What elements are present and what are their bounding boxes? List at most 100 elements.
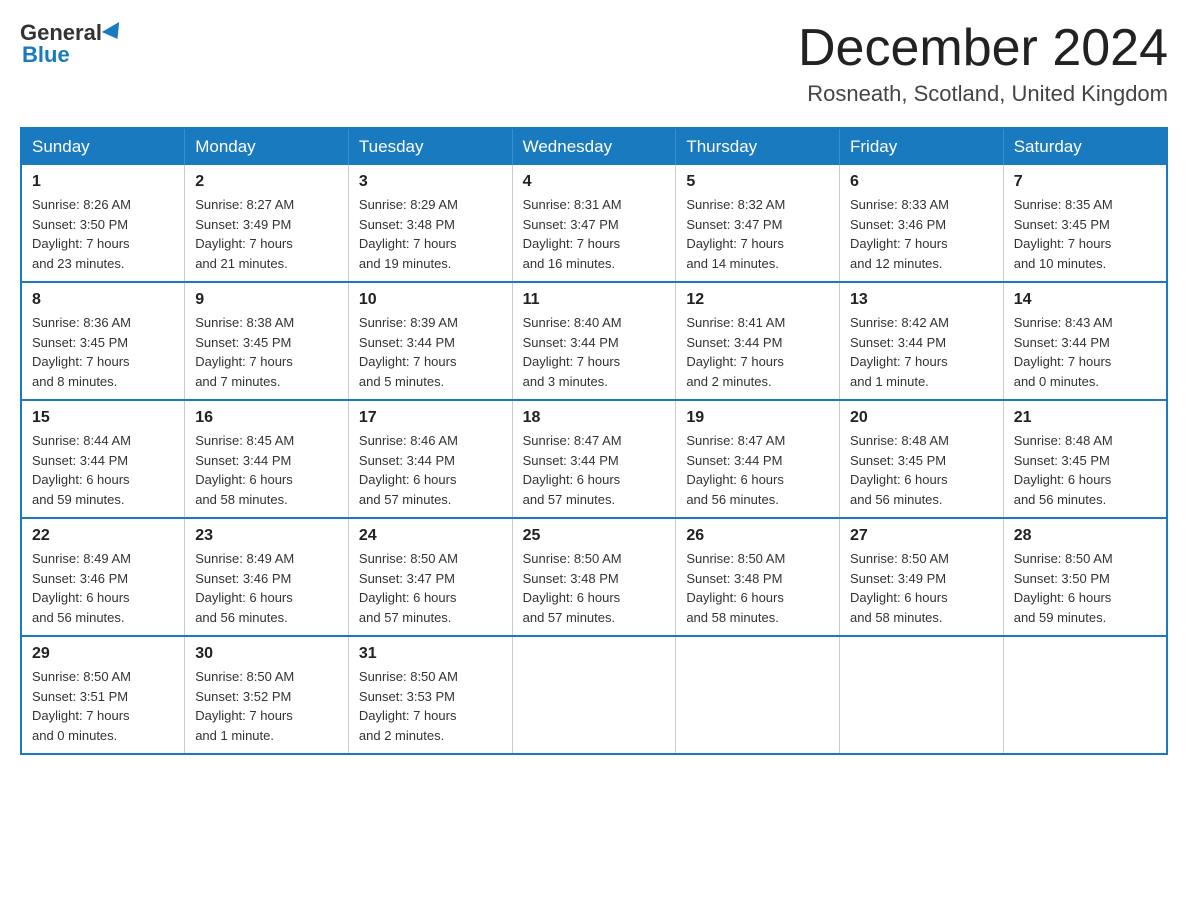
day-number: 9 [195,291,338,309]
weekday-header-saturday: Saturday [1003,128,1167,165]
calendar-header-row: SundayMondayTuesdayWednesdayThursdayFrid… [21,128,1167,165]
calendar-day-cell: 31 Sunrise: 8:50 AMSunset: 3:53 PMDaylig… [348,636,512,754]
day-number: 29 [32,645,174,663]
day-info: Sunrise: 8:50 AMSunset: 3:50 PMDaylight:… [1014,551,1113,625]
day-info: Sunrise: 8:35 AMSunset: 3:45 PMDaylight:… [1014,197,1113,271]
calendar-day-cell: 11 Sunrise: 8:40 AMSunset: 3:44 PMDaylig… [512,282,676,400]
day-number: 10 [359,291,502,309]
calendar-day-cell: 18 Sunrise: 8:47 AMSunset: 3:44 PMDaylig… [512,400,676,518]
calendar-day-cell: 7 Sunrise: 8:35 AMSunset: 3:45 PMDayligh… [1003,165,1167,282]
calendar-day-cell: 16 Sunrise: 8:45 AMSunset: 3:44 PMDaylig… [185,400,349,518]
day-info: Sunrise: 8:47 AMSunset: 3:44 PMDaylight:… [686,433,785,507]
day-number: 19 [686,409,829,427]
weekday-header-thursday: Thursday [676,128,840,165]
day-info: Sunrise: 8:50 AMSunset: 3:47 PMDaylight:… [359,551,458,625]
calendar-day-cell: 27 Sunrise: 8:50 AMSunset: 3:49 PMDaylig… [840,518,1004,636]
calendar-day-cell [512,636,676,754]
day-info: Sunrise: 8:49 AMSunset: 3:46 PMDaylight:… [195,551,294,625]
calendar-week-row: 29 Sunrise: 8:50 AMSunset: 3:51 PMDaylig… [21,636,1167,754]
weekday-header-monday: Monday [185,128,349,165]
calendar-day-cell: 9 Sunrise: 8:38 AMSunset: 3:45 PMDayligh… [185,282,349,400]
day-info: Sunrise: 8:39 AMSunset: 3:44 PMDaylight:… [359,315,458,389]
weekday-header-wednesday: Wednesday [512,128,676,165]
day-info: Sunrise: 8:50 AMSunset: 3:48 PMDaylight:… [686,551,785,625]
day-number: 25 [523,527,666,545]
day-info: Sunrise: 8:45 AMSunset: 3:44 PMDaylight:… [195,433,294,507]
day-info: Sunrise: 8:49 AMSunset: 3:46 PMDaylight:… [32,551,131,625]
calendar-day-cell: 29 Sunrise: 8:50 AMSunset: 3:51 PMDaylig… [21,636,185,754]
day-info: Sunrise: 8:47 AMSunset: 3:44 PMDaylight:… [523,433,622,507]
day-number: 20 [850,409,993,427]
day-number: 18 [523,409,666,427]
weekday-header-friday: Friday [840,128,1004,165]
calendar-day-cell: 1 Sunrise: 8:26 AMSunset: 3:50 PMDayligh… [21,165,185,282]
weekday-header-sunday: Sunday [21,128,185,165]
day-info: Sunrise: 8:48 AMSunset: 3:45 PMDaylight:… [1014,433,1113,507]
calendar-day-cell: 15 Sunrise: 8:44 AMSunset: 3:44 PMDaylig… [21,400,185,518]
day-number: 12 [686,291,829,309]
day-info: Sunrise: 8:32 AMSunset: 3:47 PMDaylight:… [686,197,785,271]
day-info: Sunrise: 8:48 AMSunset: 3:45 PMDaylight:… [850,433,949,507]
day-info: Sunrise: 8:33 AMSunset: 3:46 PMDaylight:… [850,197,949,271]
calendar-day-cell: 12 Sunrise: 8:41 AMSunset: 3:44 PMDaylig… [676,282,840,400]
calendar-day-cell: 14 Sunrise: 8:43 AMSunset: 3:44 PMDaylig… [1003,282,1167,400]
day-info: Sunrise: 8:29 AMSunset: 3:48 PMDaylight:… [359,197,458,271]
weekday-header-tuesday: Tuesday [348,128,512,165]
calendar-day-cell: 5 Sunrise: 8:32 AMSunset: 3:47 PMDayligh… [676,165,840,282]
day-info: Sunrise: 8:50 AMSunset: 3:53 PMDaylight:… [359,669,458,743]
day-number: 2 [195,173,338,191]
calendar-day-cell: 6 Sunrise: 8:33 AMSunset: 3:46 PMDayligh… [840,165,1004,282]
calendar-day-cell: 3 Sunrise: 8:29 AMSunset: 3:48 PMDayligh… [348,165,512,282]
day-number: 16 [195,409,338,427]
day-number: 4 [523,173,666,191]
day-info: Sunrise: 8:41 AMSunset: 3:44 PMDaylight:… [686,315,785,389]
calendar-week-row: 15 Sunrise: 8:44 AMSunset: 3:44 PMDaylig… [21,400,1167,518]
calendar-day-cell: 10 Sunrise: 8:39 AMSunset: 3:44 PMDaylig… [348,282,512,400]
day-number: 24 [359,527,502,545]
calendar-table: SundayMondayTuesdayWednesdayThursdayFrid… [20,127,1168,755]
calendar-day-cell: 25 Sunrise: 8:50 AMSunset: 3:48 PMDaylig… [512,518,676,636]
title-area: December 2024 Rosneath, Scotland, United… [798,20,1168,107]
calendar-day-cell: 19 Sunrise: 8:47 AMSunset: 3:44 PMDaylig… [676,400,840,518]
month-title: December 2024 [798,20,1168,77]
day-info: Sunrise: 8:36 AMSunset: 3:45 PMDaylight:… [32,315,131,389]
day-number: 26 [686,527,829,545]
day-info: Sunrise: 8:50 AMSunset: 3:49 PMDaylight:… [850,551,949,625]
day-number: 27 [850,527,993,545]
day-number: 3 [359,173,502,191]
calendar-day-cell [840,636,1004,754]
day-number: 23 [195,527,338,545]
calendar-day-cell: 2 Sunrise: 8:27 AMSunset: 3:49 PMDayligh… [185,165,349,282]
calendar-day-cell: 26 Sunrise: 8:50 AMSunset: 3:48 PMDaylig… [676,518,840,636]
day-info: Sunrise: 8:42 AMSunset: 3:44 PMDaylight:… [850,315,949,389]
day-number: 31 [359,645,502,663]
day-number: 5 [686,173,829,191]
location: Rosneath, Scotland, United Kingdom [798,81,1168,107]
calendar-day-cell: 8 Sunrise: 8:36 AMSunset: 3:45 PMDayligh… [21,282,185,400]
page-header: General Blue December 2024 Rosneath, Sco… [20,20,1168,107]
day-info: Sunrise: 8:31 AMSunset: 3:47 PMDaylight:… [523,197,622,271]
calendar-day-cell: 22 Sunrise: 8:49 AMSunset: 3:46 PMDaylig… [21,518,185,636]
calendar-day-cell: 21 Sunrise: 8:48 AMSunset: 3:45 PMDaylig… [1003,400,1167,518]
day-info: Sunrise: 8:27 AMSunset: 3:49 PMDaylight:… [195,197,294,271]
calendar-week-row: 8 Sunrise: 8:36 AMSunset: 3:45 PMDayligh… [21,282,1167,400]
day-number: 15 [32,409,174,427]
calendar-day-cell: 30 Sunrise: 8:50 AMSunset: 3:52 PMDaylig… [185,636,349,754]
day-info: Sunrise: 8:40 AMSunset: 3:44 PMDaylight:… [523,315,622,389]
day-number: 28 [1014,527,1156,545]
logo-blue: Blue [22,42,70,68]
day-info: Sunrise: 8:26 AMSunset: 3:50 PMDaylight:… [32,197,131,271]
day-info: Sunrise: 8:38 AMSunset: 3:45 PMDaylight:… [195,315,294,389]
calendar-day-cell: 23 Sunrise: 8:49 AMSunset: 3:46 PMDaylig… [185,518,349,636]
calendar-week-row: 1 Sunrise: 8:26 AMSunset: 3:50 PMDayligh… [21,165,1167,282]
day-info: Sunrise: 8:46 AMSunset: 3:44 PMDaylight:… [359,433,458,507]
calendar-week-row: 22 Sunrise: 8:49 AMSunset: 3:46 PMDaylig… [21,518,1167,636]
day-number: 30 [195,645,338,663]
day-info: Sunrise: 8:50 AMSunset: 3:52 PMDaylight:… [195,669,294,743]
day-number: 7 [1014,173,1156,191]
calendar-day-cell: 24 Sunrise: 8:50 AMSunset: 3:47 PMDaylig… [348,518,512,636]
calendar-day-cell: 13 Sunrise: 8:42 AMSunset: 3:44 PMDaylig… [840,282,1004,400]
day-info: Sunrise: 8:50 AMSunset: 3:51 PMDaylight:… [32,669,131,743]
logo: General Blue [20,20,124,68]
day-number: 17 [359,409,502,427]
